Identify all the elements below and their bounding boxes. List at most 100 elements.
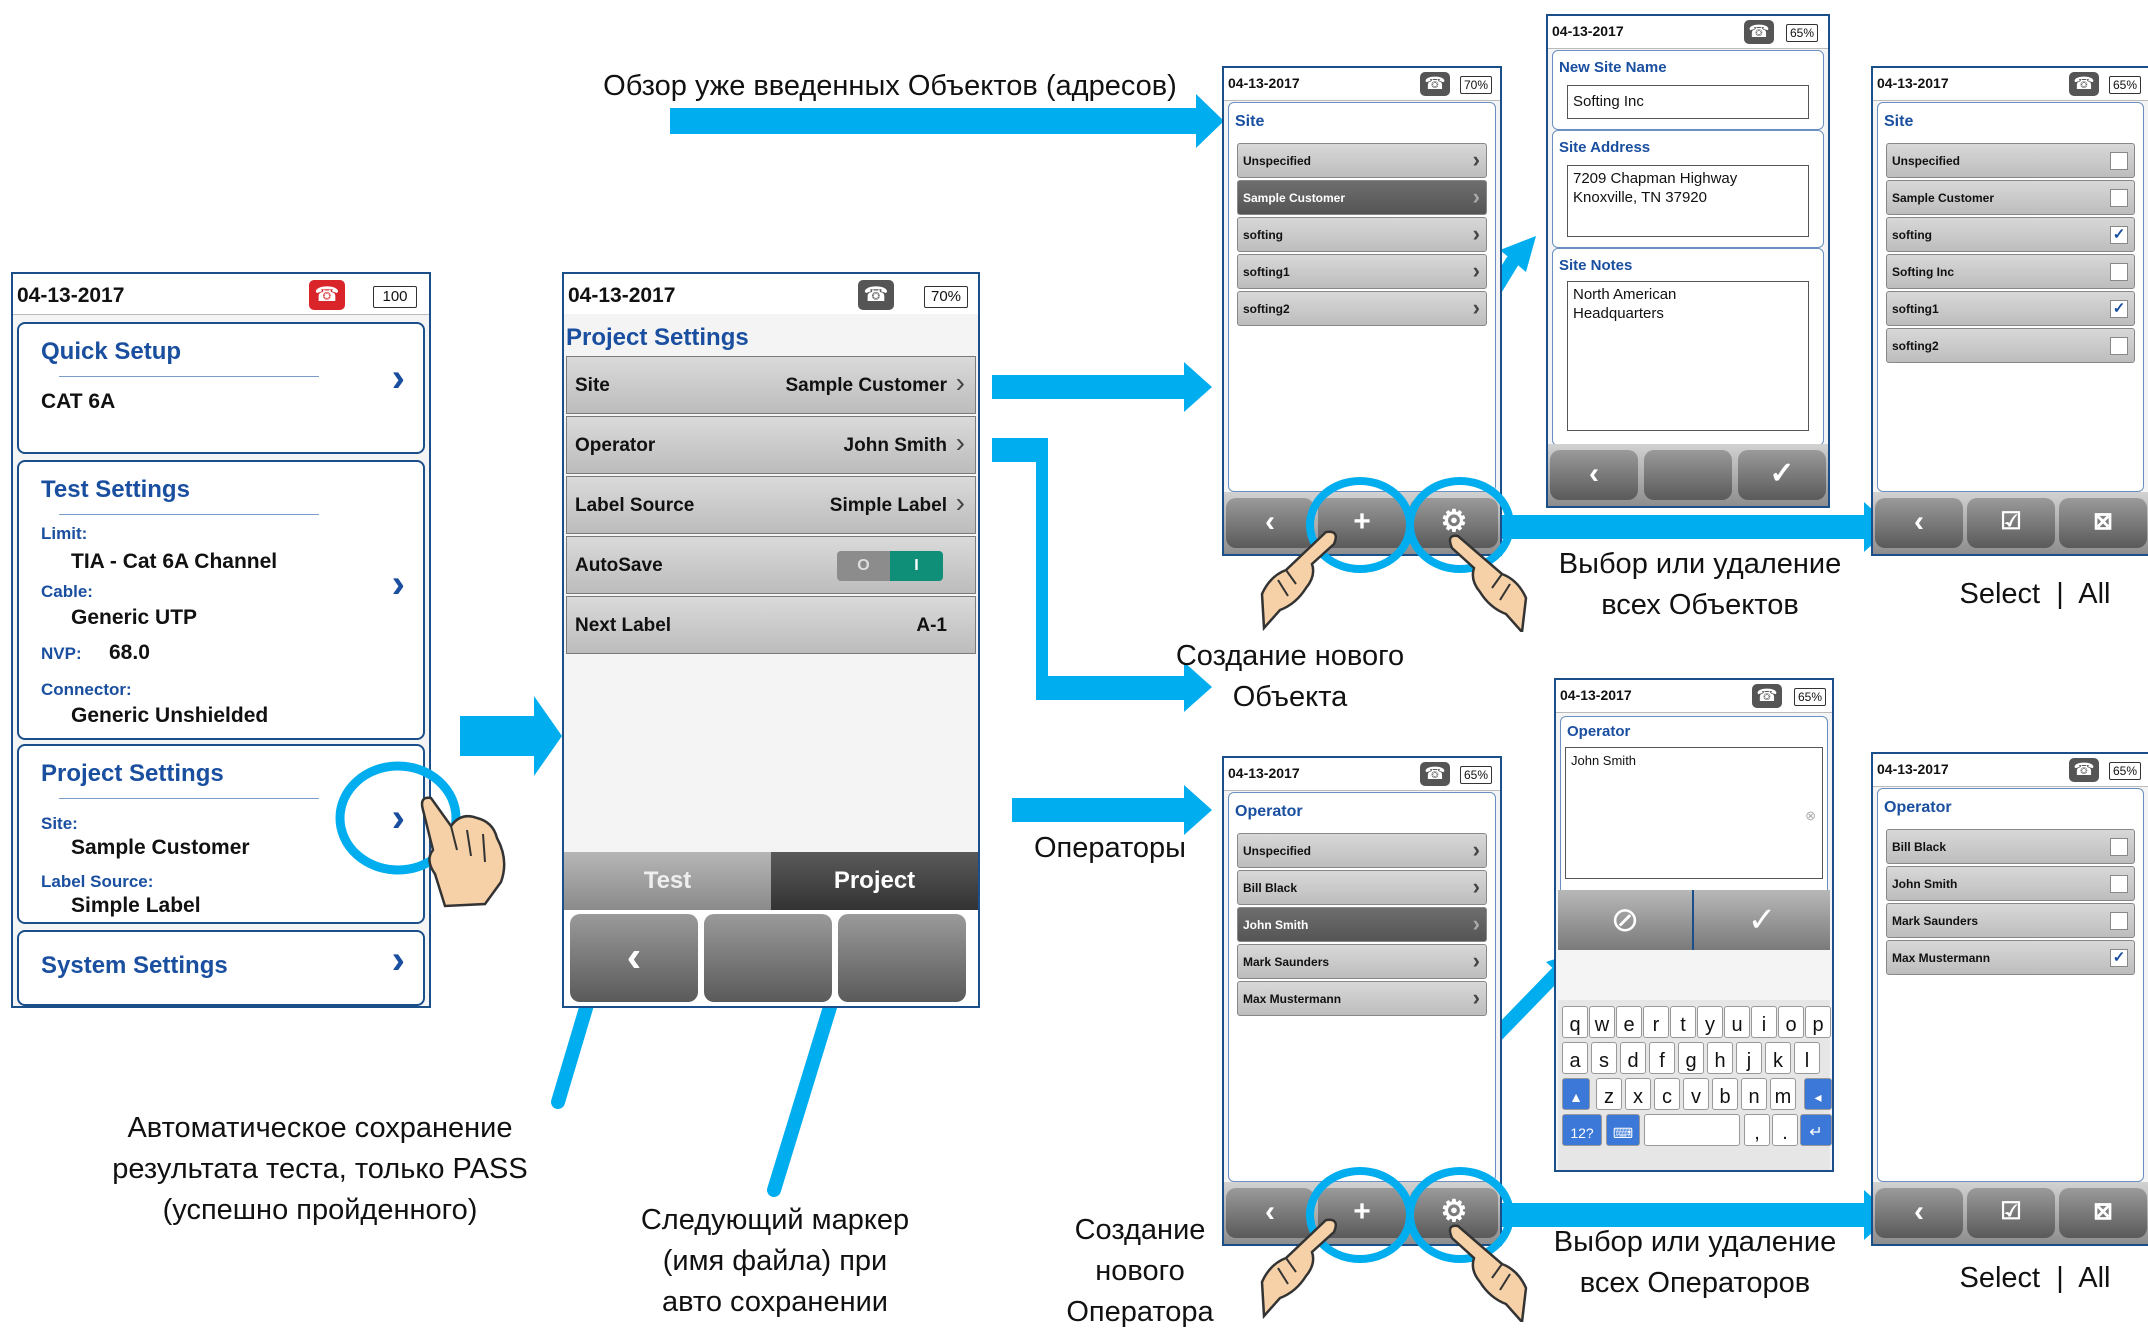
checkbox[interactable]: [2110, 912, 2128, 930]
key-label: j: [1746, 1050, 1752, 1072]
space-key[interactable]: [1644, 1114, 1740, 1146]
checkbox[interactable]: [2110, 263, 2128, 281]
tab-project[interactable]: Project: [771, 852, 978, 910]
key[interactable]: j: [1736, 1042, 1762, 1074]
key[interactable]: c: [1654, 1078, 1680, 1110]
checkbox[interactable]: [2110, 189, 2128, 207]
confirm-button[interactable]: ✓: [1738, 450, 1826, 500]
delete-button[interactable]: ⊠: [2059, 498, 2147, 548]
delete-button[interactable]: ⊠: [2059, 1188, 2147, 1238]
key[interactable]: l: [1794, 1042, 1820, 1074]
list-item[interactable]: Softing Inc: [1886, 254, 2135, 289]
quick-setup-panel[interactable]: Quick Setup CAT 6A ›: [17, 322, 425, 454]
back-button[interactable]: ‹: [570, 914, 698, 1002]
chevron-right-icon: ›: [1472, 948, 1480, 973]
autosave-row[interactable]: AutoSave O I: [566, 536, 976, 594]
site-name-field[interactable]: Softing Inc: [1567, 85, 1809, 119]
key[interactable]: n: [1741, 1078, 1767, 1110]
comma-key[interactable]: ,: [1744, 1114, 1770, 1146]
checkbox[interactable]: [2110, 337, 2128, 355]
cancel-button[interactable]: ⊘: [1558, 890, 1694, 950]
list-item[interactable]: Max Mustermann ✓: [1886, 940, 2135, 975]
keyboard-key[interactable]: ⌨: [1606, 1114, 1640, 1146]
key[interactable]: e: [1616, 1006, 1642, 1038]
chevron-right-icon[interactable]: ›: [392, 356, 405, 401]
list-item[interactable]: softing1 ✓: [1886, 291, 2135, 326]
key[interactable]: s: [1591, 1042, 1617, 1074]
list-item[interactable]: Unspecified ›: [1237, 833, 1487, 868]
key[interactable]: f: [1649, 1042, 1675, 1074]
key[interactable]: r: [1643, 1006, 1669, 1038]
system-settings-panel[interactable]: System Settings ›: [17, 930, 425, 1006]
key[interactable]: o: [1778, 1006, 1804, 1038]
key[interactable]: v: [1683, 1078, 1709, 1110]
key[interactable]: g: [1678, 1042, 1704, 1074]
key[interactable]: z: [1596, 1078, 1622, 1110]
site-notes-field[interactable]: North American Headquarters: [1567, 281, 1809, 431]
checkbox-checked[interactable]: ✓: [2110, 949, 2128, 967]
select-all-button[interactable]: ☑: [1967, 498, 2055, 548]
list-item[interactable]: Bill Black: [1886, 829, 2135, 864]
key[interactable]: a: [1562, 1042, 1588, 1074]
enter-key[interactable]: ↵: [1800, 1114, 1832, 1146]
key[interactable]: b: [1712, 1078, 1738, 1110]
label-source-row[interactable]: Label Source Simple Label ›: [566, 476, 976, 534]
list-item[interactable]: Sample Customer: [1886, 180, 2135, 215]
checkbox-checked[interactable]: ✓: [2110, 300, 2128, 318]
list-item[interactable]: John Smith: [1886, 866, 2135, 901]
key[interactable]: k: [1765, 1042, 1791, 1074]
pointing-hand-icon: [1260, 530, 1337, 632]
operator-name-field[interactable]: John Smith ⊗: [1565, 747, 1823, 879]
confirm-button[interactable]: ✓: [1694, 890, 1830, 950]
key[interactable]: w: [1589, 1006, 1615, 1038]
key[interactable]: t: [1670, 1006, 1696, 1038]
checkbox-checked[interactable]: ✓: [2110, 226, 2128, 244]
back-button[interactable]: ‹: [1875, 498, 1963, 548]
list-item[interactable]: Unspecified: [1886, 143, 2135, 178]
clear-icon[interactable]: ⊗: [1805, 806, 1816, 825]
select-all-button[interactable]: ☑: [1967, 1188, 2055, 1238]
back-button[interactable]: ‹: [1875, 1188, 1963, 1238]
key[interactable]: h: [1707, 1042, 1733, 1074]
period-key[interactable]: .: [1772, 1114, 1798, 1146]
checkbox[interactable]: [2110, 838, 2128, 856]
key[interactable]: d: [1620, 1042, 1646, 1074]
soft-button[interactable]: [1644, 450, 1732, 500]
list-item[interactable]: softing2: [1886, 328, 2135, 363]
tab-test[interactable]: Test: [564, 852, 771, 910]
list-item[interactable]: Unspecified ›: [1237, 143, 1487, 178]
list-item[interactable]: softing ›: [1237, 217, 1487, 252]
numeric-key[interactable]: 12?: [1562, 1114, 1602, 1146]
next-label-row[interactable]: Next Label A-1: [566, 596, 976, 654]
list-item[interactable]: Bill Black ›: [1237, 870, 1487, 905]
list-item[interactable]: softing2 ›: [1237, 291, 1487, 326]
key[interactable]: q: [1562, 1006, 1588, 1038]
chevron-right-icon[interactable]: ›: [392, 938, 405, 983]
site-address-field[interactable]: 7209 Chapman Highway Knoxville, TN 37920: [1567, 165, 1809, 237]
list-item[interactable]: John Smith ›: [1237, 907, 1487, 942]
autosave-toggle[interactable]: O I: [837, 551, 943, 581]
shift-key[interactable]: ▲: [1562, 1078, 1590, 1110]
key[interactable]: i: [1751, 1006, 1777, 1038]
list-item[interactable]: Sample Customer ›: [1237, 180, 1487, 215]
list-item[interactable]: softing ✓: [1886, 217, 2135, 252]
back-button[interactable]: ‹: [1550, 450, 1638, 500]
checkbox[interactable]: [2110, 152, 2128, 170]
backspace-key[interactable]: ◂: [1804, 1078, 1832, 1110]
key[interactable]: u: [1724, 1006, 1750, 1038]
soft-button-3[interactable]: [838, 914, 966, 1002]
checkbox[interactable]: [2110, 875, 2128, 893]
soft-button-2[interactable]: [704, 914, 832, 1002]
key[interactable]: y: [1697, 1006, 1723, 1038]
key[interactable]: p: [1805, 1006, 1831, 1038]
list-item[interactable]: Max Mustermann ›: [1237, 981, 1487, 1016]
test-settings-panel[interactable]: Test Settings Limit: TIA - Cat 6A Channe…: [17, 460, 425, 740]
list-item[interactable]: softing1 ›: [1237, 254, 1487, 289]
site-row[interactable]: Site Sample Customer ›: [566, 356, 976, 414]
operator-row[interactable]: Operator John Smith ›: [566, 416, 976, 474]
chevron-right-icon[interactable]: ›: [392, 562, 405, 607]
list-item[interactable]: Mark Saunders: [1886, 903, 2135, 938]
key[interactable]: m: [1770, 1078, 1796, 1110]
list-item[interactable]: Mark Saunders ›: [1237, 944, 1487, 979]
key[interactable]: x: [1625, 1078, 1651, 1110]
